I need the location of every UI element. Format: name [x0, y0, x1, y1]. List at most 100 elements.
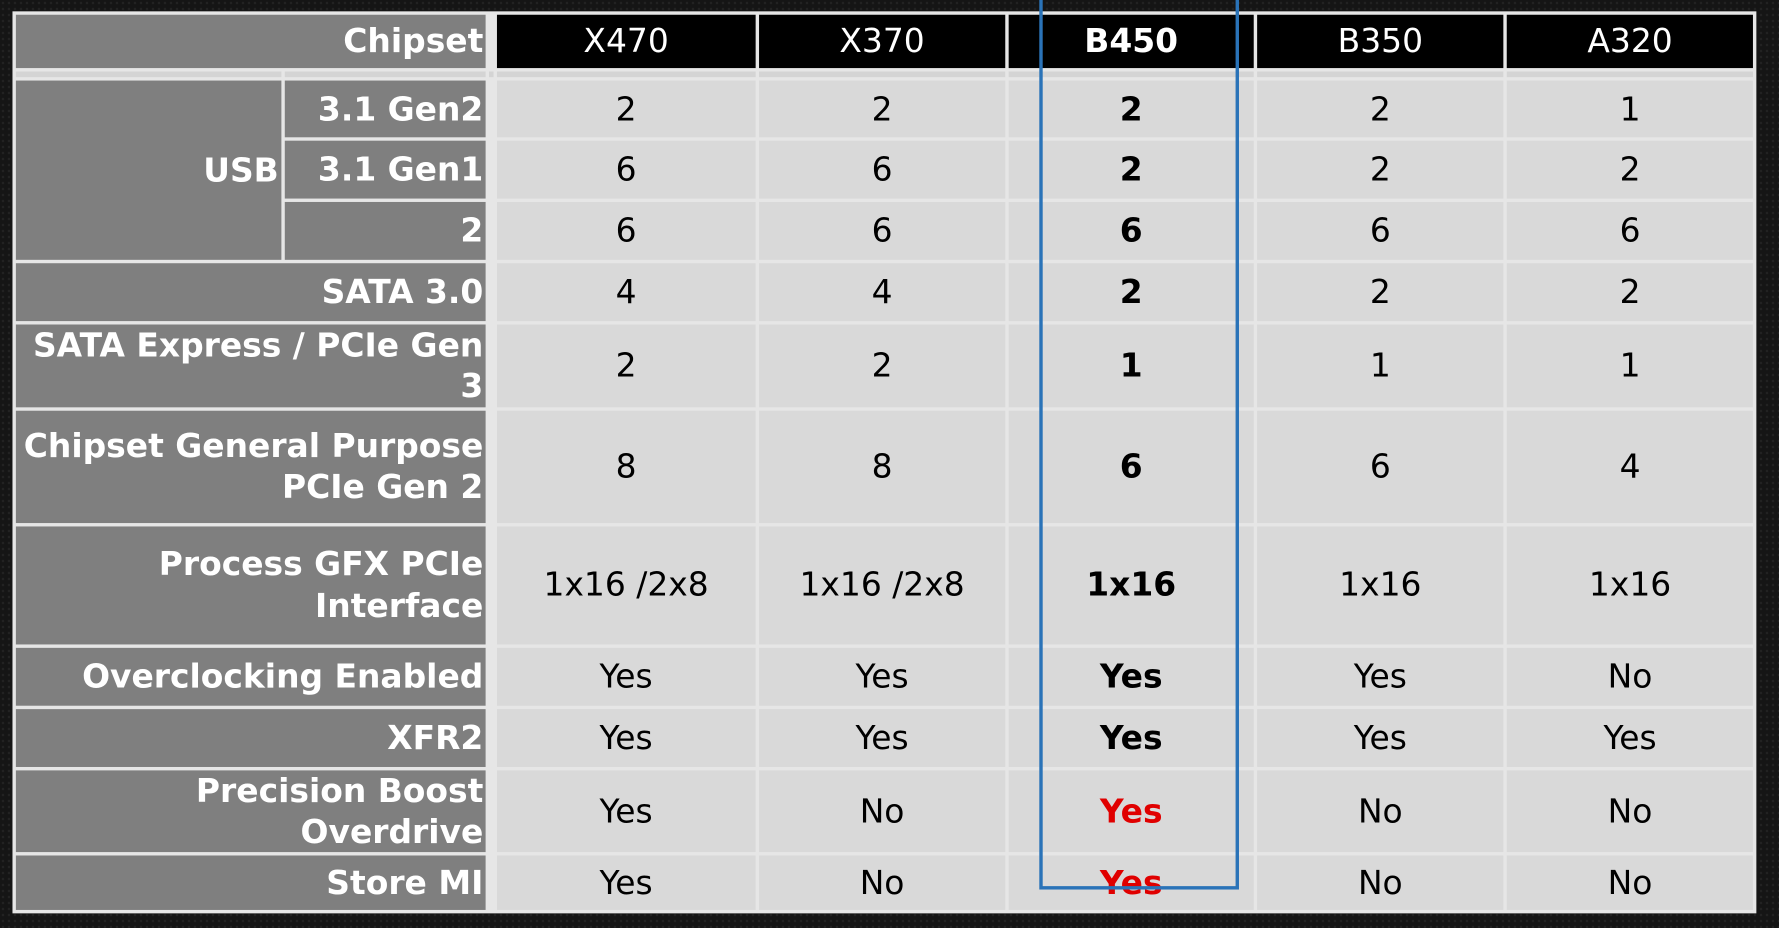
row-label: 3.1 Gen2 [284, 80, 486, 138]
cell-b350: No [1256, 855, 1504, 910]
cell-x470: Yes [496, 769, 756, 853]
cell-b350: 6 [1256, 201, 1504, 260]
column-header-b450: B450 [1008, 14, 1254, 69]
row-label: SATA 3.0 [15, 263, 486, 322]
cell-b350: 2 [1256, 263, 1504, 322]
header-row: Chipset X470 X370 B450 B350 A320 [15, 14, 1753, 69]
cell-x470: 8 [496, 410, 756, 523]
row-label: 3.1 Gen1 [284, 140, 486, 199]
column-header-a320: A320 [1507, 14, 1753, 69]
cell-b450: 6 [1008, 410, 1254, 523]
spacer-cell [1256, 71, 1504, 78]
cell-x470: 2 [496, 80, 756, 138]
cell-x370: 2 [758, 324, 1006, 407]
cell-a320: 2 [1507, 263, 1753, 322]
table-row: SATA 3.0 4 4 2 2 2 [15, 263, 1753, 322]
cell-a320: 1x16 [1507, 525, 1753, 644]
row-label: XFR2 [15, 708, 486, 767]
table-row: Process GFX PCIe Interface 1x16 /2x8 1x16 … [15, 525, 1753, 644]
table-row: Chipset General Purpose PCIe Gen 288664 [15, 410, 1753, 523]
cell-x370: 1x16 /2x8 [758, 525, 1006, 644]
cell-x470: Yes [496, 855, 756, 910]
spacer-cell [488, 71, 494, 78]
cell-a320: 4 [1507, 410, 1753, 523]
cell-a320: No [1507, 769, 1753, 853]
row-label: SATA Express / PCIe Gen 3 [15, 324, 486, 407]
cell-x470: 6 [496, 201, 756, 260]
spacer-row [15, 71, 1753, 78]
cell-a320: 1 [1507, 80, 1753, 138]
column-separator [488, 708, 494, 767]
column-separator [488, 263, 494, 322]
cell-x370: No [758, 855, 1006, 910]
row-label: Precision Boost Overdrive [15, 769, 486, 853]
cell-x370: 6 [758, 201, 1006, 260]
cell-x370: No [758, 769, 1006, 853]
cell-x470: 2 [496, 324, 756, 407]
cell-x470: Yes [496, 708, 756, 767]
column-separator [488, 647, 494, 706]
column-separator [488, 80, 494, 138]
cell-x470: Yes [496, 647, 756, 706]
cell-b350: 1x16 [1256, 525, 1504, 644]
cell-b450: Yes [1008, 769, 1254, 853]
column-separator [488, 14, 494, 69]
column-separator [488, 140, 494, 199]
usb-group-label: USB [15, 80, 282, 260]
cell-a320: No [1507, 855, 1753, 910]
column-header-b350: B350 [1256, 14, 1504, 69]
spacer-cell [15, 71, 282, 78]
header-label: Chipset [15, 14, 486, 69]
row-label: 2 [284, 201, 486, 260]
column-separator [488, 410, 494, 523]
cell-b450: 2 [1008, 140, 1254, 199]
spacer-cell [758, 71, 1006, 78]
cell-x370: 2 [758, 80, 1006, 138]
column-separator [488, 855, 494, 910]
cell-b350: 6 [1256, 410, 1504, 523]
cell-x370: 8 [758, 410, 1006, 523]
cell-b450: Yes [1008, 855, 1254, 910]
slide: bit-tech ChipsetX470X370B450B350A320USB3… [0, 0, 1779, 928]
table-row: USB 3.1 Gen2 2 2 2 2 1 [15, 80, 1753, 260]
spacer-cell [1507, 71, 1753, 78]
cell-b450: 6 [1008, 201, 1254, 260]
cell-b350: No [1256, 769, 1504, 853]
column-header-x470: X470 [496, 14, 756, 69]
cell-x470: 6 [496, 140, 756, 199]
spacer-cell [496, 71, 756, 78]
cell-b450: 1x16 [1008, 525, 1254, 644]
cell-b450: 2 [1008, 80, 1254, 138]
table-row: SATA Express / PCIe Gen 322111 [15, 324, 1753, 407]
cell-b450: 1 [1008, 324, 1254, 407]
row-label: Process GFX PCIe Interface [15, 525, 486, 644]
row-label: Store MI [15, 855, 486, 910]
cell-a320: Yes [1507, 708, 1753, 767]
cell-x470: 1x16 /2x8 [496, 525, 756, 644]
cell-a320: 1 [1507, 324, 1753, 407]
table-row: Store MI Yes No Yes No No [15, 855, 1753, 910]
cell-a320: No [1507, 647, 1753, 706]
cell-b350: 1 [1256, 324, 1504, 407]
column-separator [488, 769, 494, 853]
row-label: Chipset General Purpose PCIe Gen 2 [15, 410, 486, 523]
cell-b350: 2 [1256, 80, 1504, 138]
cell-x370: 4 [758, 263, 1006, 322]
cell-a320: 6 [1507, 201, 1753, 260]
cell-b350: 2 [1256, 140, 1504, 199]
cell-b450: 2 [1008, 263, 1254, 322]
cell-b350: Yes [1256, 647, 1504, 706]
spacer-cell [284, 71, 486, 78]
column-header-x370: X370 [758, 14, 1006, 69]
table-row: XFR2 Yes Yes Yes Yes Yes [15, 708, 1753, 767]
cell-x370: Yes [758, 647, 1006, 706]
row-label: Overclocking Enabled [15, 647, 486, 706]
table-row: Overclocking Enabled Yes Yes Yes Yes No [15, 647, 1753, 706]
table-row: Precision Boost Overdrive Yes No Yes No No [15, 769, 1753, 853]
column-separator [488, 201, 494, 260]
column-separator [488, 324, 494, 407]
cell-a320: 2 [1507, 140, 1753, 199]
cell-x370: Yes [758, 708, 1006, 767]
spacer-cell [1008, 71, 1254, 78]
cell-b350: Yes [1256, 708, 1504, 767]
